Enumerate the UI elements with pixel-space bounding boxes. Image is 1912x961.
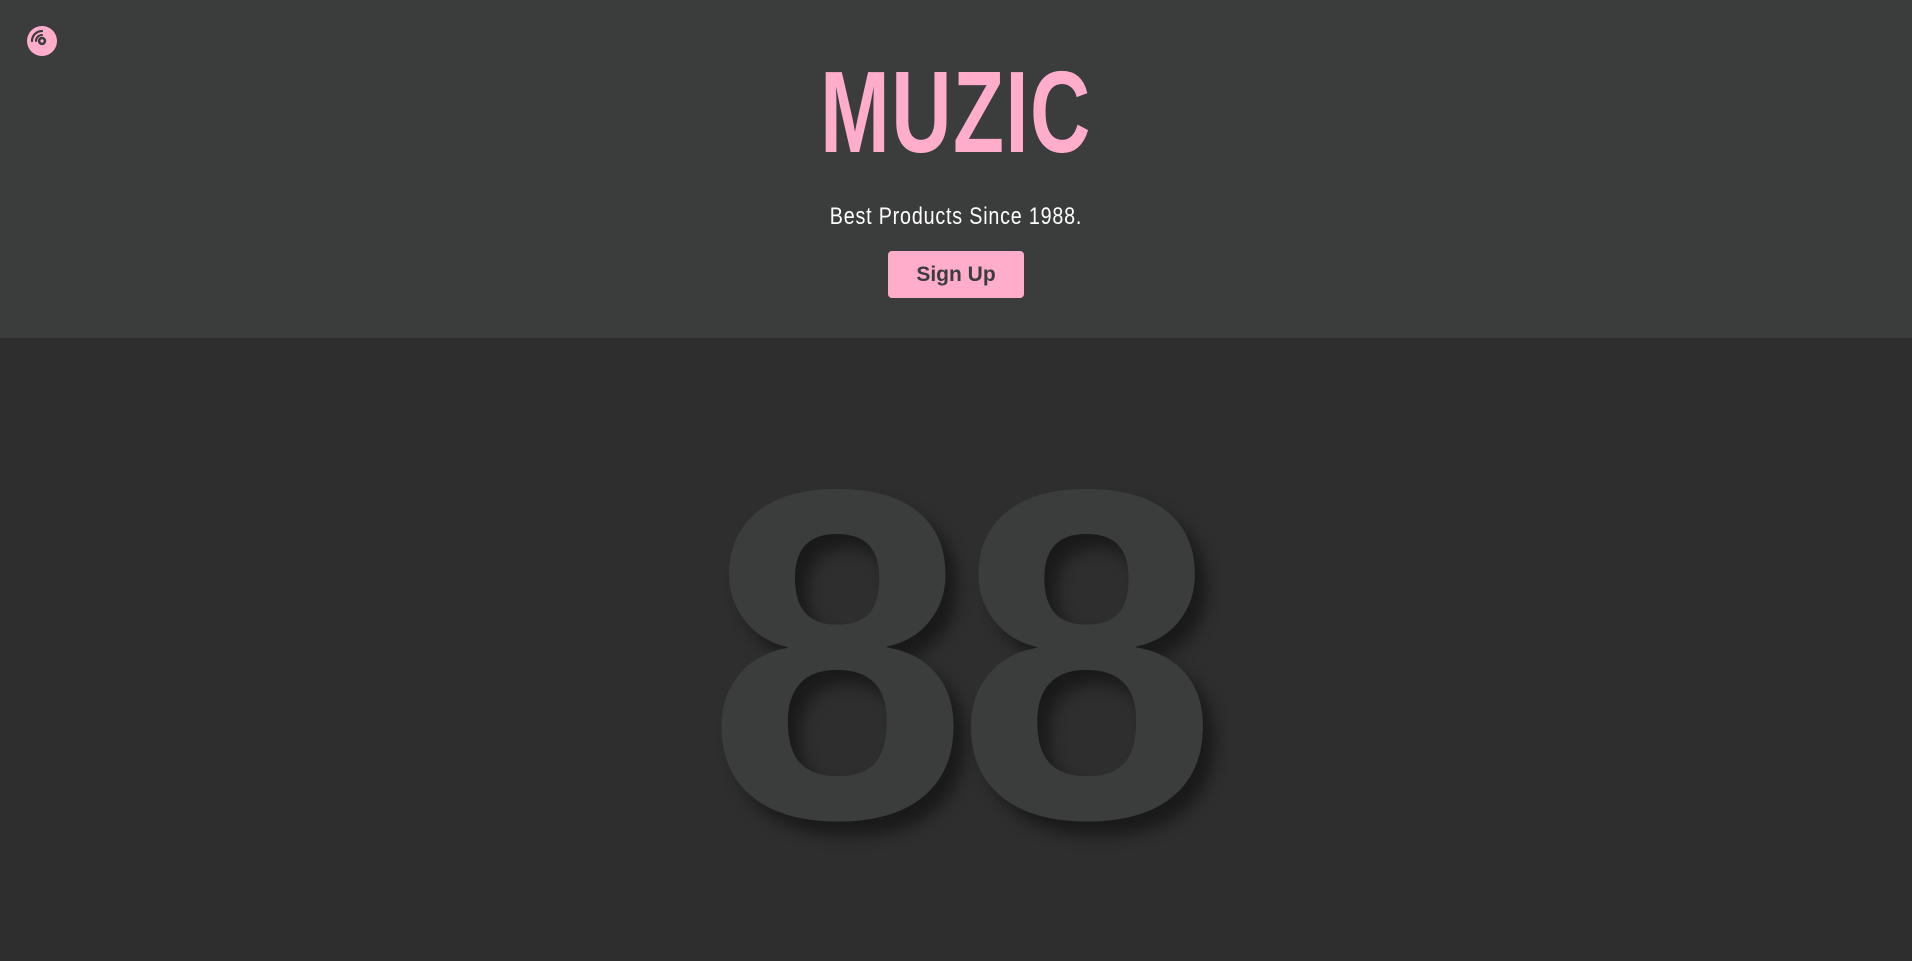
page: MUZIC Best Products Since 1988. Sign Up … (0, 0, 1912, 961)
vinyl-record-icon (27, 26, 57, 56)
hero-header: MUZIC Best Products Since 1988. Sign Up (0, 0, 1912, 338)
big-number-display: 88 (706, 392, 1218, 917)
feature-section: 88 (0, 338, 1912, 961)
brand-title: MUZIC (820, 47, 1092, 177)
sign-up-button[interactable]: Sign Up (888, 251, 1024, 298)
tagline: Best Products Since 1988. (829, 203, 1083, 230)
logo-link[interactable] (27, 26, 57, 56)
